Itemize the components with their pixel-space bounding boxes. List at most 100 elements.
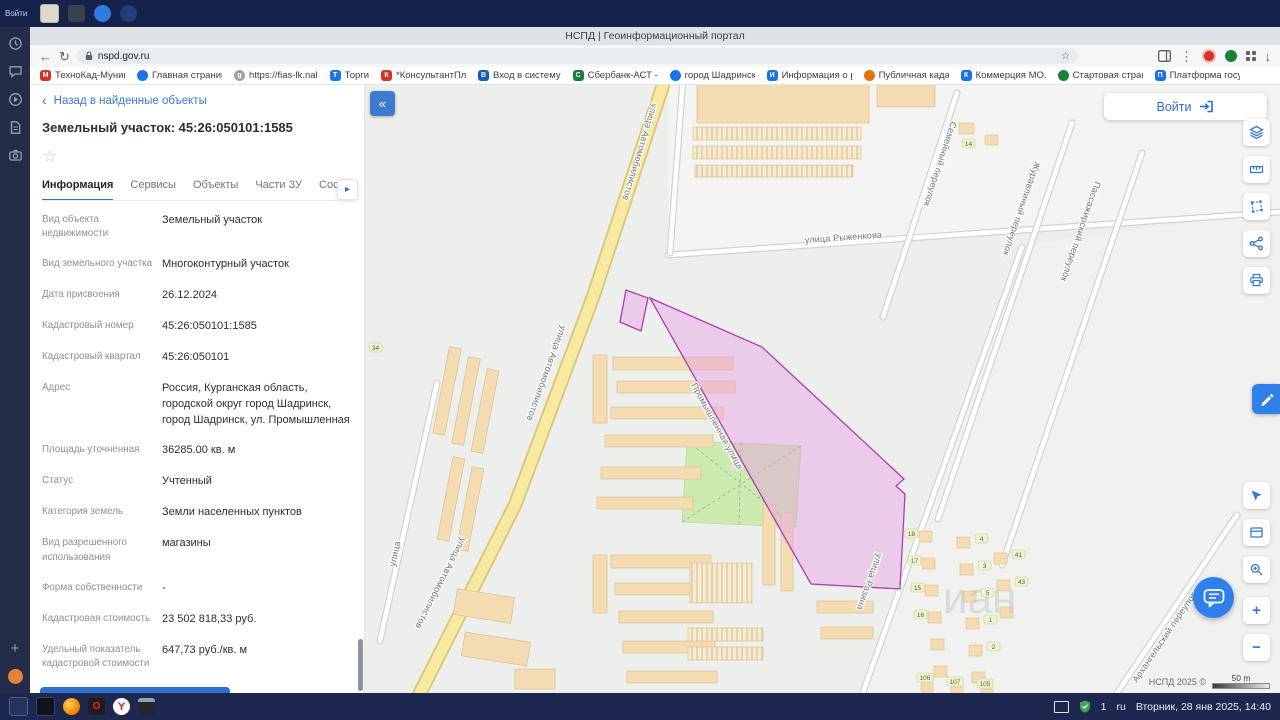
window-app-icon[interactable] [9,697,28,716]
red-browser-icon[interactable]: O [88,698,105,715]
print-button[interactable] [1243,267,1270,294]
map-copyright: НСПД 2025 © [1148,677,1206,687]
locate-button[interactable] [1243,482,1270,509]
extension-badge-icon[interactable] [1225,50,1237,62]
favicon: Т [329,70,341,81]
svg-text:105: 105 [980,681,991,688]
svg-text:1: 1 [989,617,993,624]
camera-icon[interactable] [8,148,23,163]
file-icon[interactable] [8,120,23,135]
favicon: С [572,70,584,81]
tab-services[interactable]: Сервисы [130,179,176,200]
apps-grid-icon[interactable] [1246,51,1256,61]
measure-button[interactable] [1243,156,1270,183]
history-clock-icon[interactable] [8,36,23,51]
url-text: nspd.gov.ru [97,50,150,62]
attribute-row: Вид объекта недвижимости Земельный участо… [42,213,263,240]
side-panel-icon[interactable] [1158,50,1171,62]
bookmark-item[interactable]: К *КонсультантПлю [381,70,466,81]
terminal-icon[interactable] [36,697,55,716]
download-icon[interactable]: ↓ [1265,50,1272,63]
bookmark-item[interactable]: Т Торги [329,70,369,81]
map-toolbar-top [1243,119,1270,294]
play-icon[interactable] [8,92,23,107]
feedback-pen-widget[interactable] [1252,384,1280,414]
svg-text:18: 18 [908,531,916,538]
orange-app-icon[interactable] [7,669,23,684]
svg-text:34: 34 [372,345,380,352]
address-bar[interactable]: nspd.gov.ru ☆ [76,48,1078,64]
attribute-row: Вид разрешенного использования магазины [42,537,211,563]
svg-text:17: 17 [911,558,919,565]
chat-icon[interactable] [8,64,23,79]
remote-left-toolbar: + [0,27,30,693]
blue-app-icon[interactable] [94,5,111,22]
login-button[interactable]: Войти [1104,93,1267,120]
share-button[interactable] [1243,230,1270,257]
attribute-row: Удельный показатель кадастровой стоимост… [42,643,248,670]
extent-button[interactable] [1243,519,1270,546]
tab-objects[interactable]: Объекты [193,179,238,200]
tray-shield-icon[interactable] [1079,700,1091,713]
bookmark-item[interactable]: M ТехноКад-Муниц [40,70,125,81]
map-canvas[interactable]: иан улица Автомобилистов улица Автомобил… [365,85,1280,693]
favicon [863,70,875,81]
bookmark-item[interactable]: g https://fias-lk.nal [234,70,318,81]
zoom-in-button[interactable]: + [1243,597,1270,624]
globe-icon[interactable] [120,5,137,22]
clock[interactable]: Вторник, 28 янв 2025, 14:40 [1136,701,1271,713]
bookmark-item[interactable]: Главная страниц [137,70,222,81]
back-icon[interactable]: ← [39,50,52,63]
language-indicator[interactable]: ru [1116,701,1125,713]
screenshot-thumbnail-icon[interactable] [40,4,59,23]
map-toolbar-bottom: + − [1243,482,1270,661]
tray-display-icon[interactable] [1053,700,1069,713]
favicon [669,70,681,81]
panel-collapse-button[interactable]: « [370,91,395,116]
zoom-out-button[interactable]: − [1243,634,1270,661]
tab-composition[interactable]: Соста [319,179,338,200]
kebab-menu-icon[interactable]: ⋮ [1180,50,1193,63]
bookmark-item[interactable]: В Вход в систему [478,70,561,81]
svg-text:4: 4 [980,536,984,543]
reload-icon[interactable]: ↻ [59,50,70,63]
svg-text:106: 106 [920,675,931,682]
tabs-scroll-right-button[interactable]: ▸ [337,179,358,200]
profile-avatar[interactable] [1202,49,1216,63]
tab-information[interactable]: Информация [42,179,114,200]
bookmark-item[interactable]: Стартовая стран [1057,70,1143,81]
dark-app-icon[interactable] [68,5,85,22]
favicon: g [234,70,245,81]
sidebar-scrollbar[interactable] [358,639,363,691]
bookmark-star-icon[interactable]: ☆ [1061,51,1070,62]
map-area: иан улица Автомобилистов улица Автомобил… [365,85,1280,693]
favicon [1057,70,1069,81]
svg-text:3: 3 [983,563,987,570]
chat-fab-button[interactable] [1193,577,1234,618]
bookmark-item[interactable]: Публичная кадас [863,70,949,81]
tab-parts[interactable]: Части ЗУ [255,179,302,200]
bookmark-item[interactable]: С Сбербанк-АСТ - [572,70,658,81]
firefox-icon[interactable] [63,698,80,715]
browser-window: НСПД | Геоинформационный портал ← ↻ nspd… [30,27,1280,693]
os-taskbar: O Y 1 ru Вторник, 28 янв 2025, 14:40 [0,693,1280,720]
zoom-to-area-button[interactable] [1243,556,1270,583]
svg-text:43: 43 [1018,579,1026,586]
session-label: Войти [5,8,28,18]
browser-titlebar: НСПД | Геоинформационный портал [30,27,1280,45]
back-to-results-link[interactable]: ‹ Назад в найденные объекты [42,93,364,107]
area-select-button[interactable] [1243,193,1270,220]
terminal-window-icon[interactable] [138,698,155,715]
attribute-row: Кадастровая стоимость 23 502 818,33 руб. [42,612,257,625]
favorite-star-icon[interactable]: ☆ [42,147,57,167]
tray-notification-count[interactable]: 1 [1101,701,1107,713]
svg-text:15: 15 [914,585,922,592]
bookmark-item[interactable]: город Шадринск [669,70,755,81]
plus-icon[interactable]: + [11,641,20,656]
layers-button[interactable] [1243,119,1270,146]
bookmark-item[interactable]: К Коммерция МО. [960,70,1046,81]
yandex-browser-icon[interactable]: Y [113,698,130,715]
object-tabs: Информация Сервисы Объекты Части ЗУ Сост… [42,179,338,201]
bookmark-item[interactable]: ППлатформа госуд [1154,70,1240,81]
bookmark-item[interactable]: И Информация о р [766,70,852,81]
